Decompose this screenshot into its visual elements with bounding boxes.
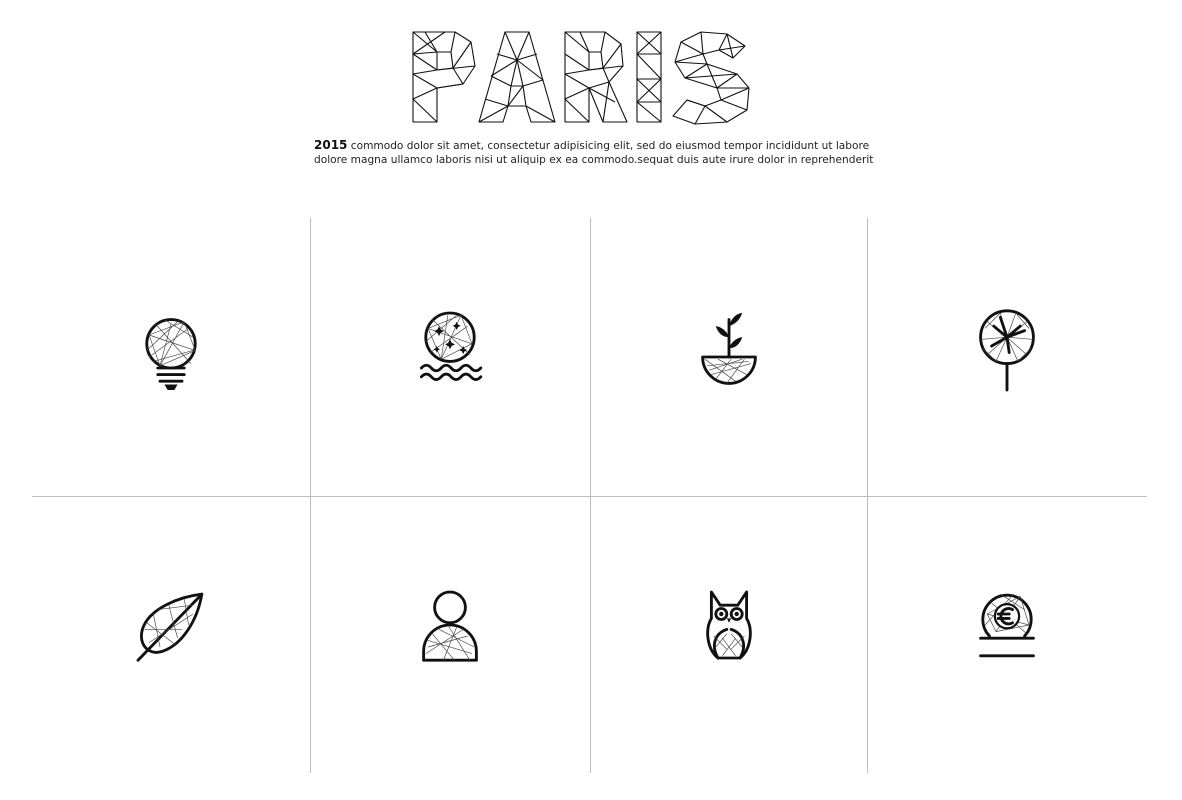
icon-cell-euro-coin bbox=[868, 497, 1146, 775]
sprout-in-bowl-icon bbox=[701, 313, 757, 385]
paris-title-logo bbox=[405, 24, 760, 134]
year-label: 2015 bbox=[314, 138, 348, 152]
intro-paragraph: 2015 commodo dolor sit amet, consectetur… bbox=[314, 138, 874, 167]
lightbulb-icon bbox=[145, 318, 197, 390]
moon-over-water-icon bbox=[419, 311, 483, 381]
icon-cell-sprout bbox=[590, 218, 868, 496]
tree-icon bbox=[979, 309, 1035, 392]
icon-cell-owl bbox=[590, 497, 868, 775]
owl-icon bbox=[706, 590, 752, 660]
person-icon bbox=[422, 590, 478, 662]
icon-cell-moon-water bbox=[311, 218, 589, 496]
icon-cell-tree bbox=[868, 218, 1146, 496]
icon-cell-lightbulb bbox=[32, 218, 310, 496]
icon-cell-person bbox=[311, 497, 589, 775]
icon-cell-leaf bbox=[32, 497, 310, 775]
leaf-icon bbox=[136, 592, 204, 662]
intro-line-2: dolore magna ullamco laboris nisi ut ali… bbox=[314, 154, 874, 166]
intro-line-1: commodo dolor sit amet, consectetur adip… bbox=[350, 140, 870, 152]
paris-polygon-lettering bbox=[412, 31, 750, 125]
euro-coin-icon bbox=[979, 593, 1035, 658]
